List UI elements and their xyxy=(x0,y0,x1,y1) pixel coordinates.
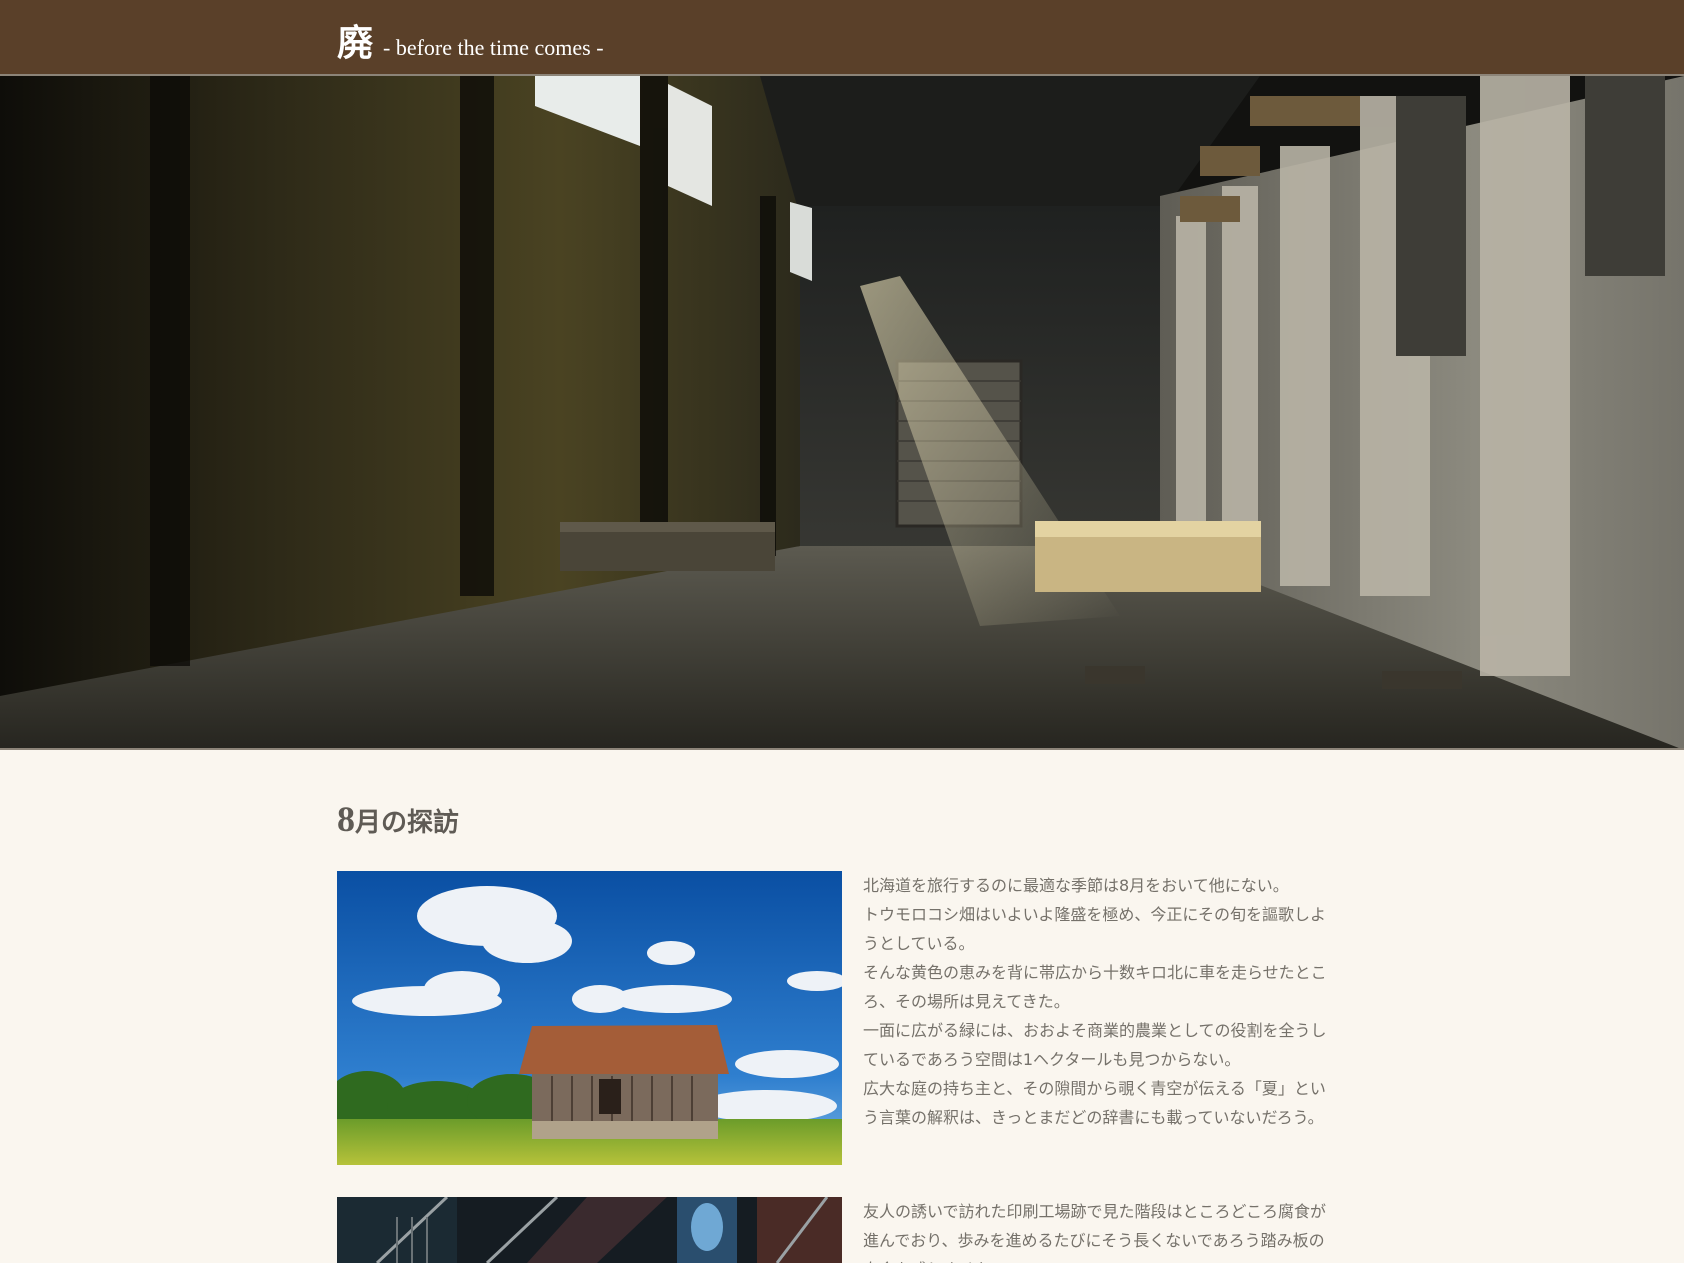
abandoned-factory-hall-photo xyxy=(0,76,1684,748)
article-paragraph: 北海道を旅行するのに最適な季節は8月をおいて他にない。 xyxy=(863,876,1289,895)
site-title-link[interactable]: 廃 - before the time comes - xyxy=(337,14,604,66)
hero-image xyxy=(0,76,1684,750)
printing-factory-stairs-photo xyxy=(337,1197,842,1263)
article-august-barn: 北海道を旅行するのに最適な季節は8月をおいて他にない。 トウモロコシ畑はいよいよ… xyxy=(337,871,1337,1165)
article-body: 北海道を旅行するのに最適な季節は8月をおいて他にない。 トウモロコシ畑はいよいよ… xyxy=(863,871,1337,1132)
article-image[interactable] xyxy=(337,871,842,1165)
site-tagline: - before the time comes - xyxy=(383,35,604,60)
site-title-kanji: 廃 xyxy=(337,22,374,64)
article-paragraph: トウモロコシ畑はいよいよ隆盛を極め、今正にその旬を謳歌しようとしている。 xyxy=(863,905,1327,953)
article-paragraph: 友人の誘いで訪れた印刷工場跡で見た階段はところどころ腐食が進んでおり、歩みを進め… xyxy=(863,1202,1327,1263)
article-printing-factory: 友人の誘いで訪れた印刷工場跡で見た階段はところどころ腐食が進んでおり、歩みを進め… xyxy=(337,1197,1337,1263)
article-paragraph: 広大な庭の持ち主と、その隙間から覗く青空が伝える「夏」という言葉の解釈は、きっと… xyxy=(863,1079,1326,1127)
section-title-number: 8 xyxy=(337,799,355,839)
abandoned-barn-photo xyxy=(337,871,842,1165)
article-image[interactable] xyxy=(337,1197,842,1263)
section-title: 8月の探訪 xyxy=(337,798,459,840)
section-title-text: 月の探訪 xyxy=(355,808,460,838)
site-header: 廃 - before the time comes - xyxy=(0,0,1684,76)
article-paragraph: そんな黄色の恵みを背に帯広から十数キロ北に車を走らせたところ、その場所は見えてき… xyxy=(863,963,1327,1011)
article-paragraph: 一面に広がる緑には、おおよそ商業的農業としての役割を全うしているであろう空間は1… xyxy=(863,1021,1327,1069)
article-body: 友人の誘いで訪れた印刷工場跡で見た階段はところどころ腐食が進んでおり、歩みを進め… xyxy=(863,1197,1337,1263)
